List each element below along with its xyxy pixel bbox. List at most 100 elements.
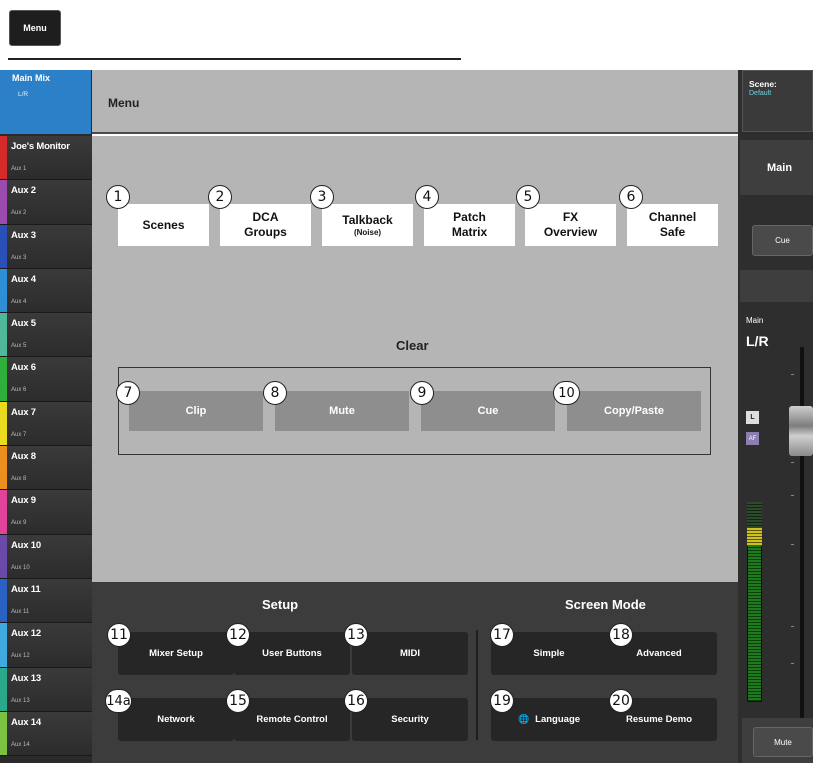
remote-control-button[interactable]: Remote Control bbox=[234, 698, 350, 741]
panel-spacer bbox=[740, 270, 813, 302]
tile-label: Patch Matrix bbox=[451, 210, 488, 239]
callout-number: 8 bbox=[263, 381, 287, 405]
clear-mute-button[interactable]: Mute bbox=[275, 391, 409, 431]
callout-number: 16 bbox=[344, 689, 368, 713]
sidebar-item-aux[interactable]: Aux 13 Aux 13 bbox=[0, 667, 92, 712]
aux-name: Aux 13 bbox=[11, 672, 41, 684]
user-buttons-button[interactable]: User Buttons bbox=[234, 632, 350, 675]
callout-number: 15 bbox=[226, 689, 250, 713]
sidebar-item-aux[interactable]: Aux 10 Aux 10 bbox=[0, 534, 92, 579]
callout-number: 11 bbox=[107, 623, 131, 647]
mixer-setup-button[interactable]: Mixer Setup bbox=[118, 632, 234, 675]
dca-groups-tile[interactable]: DCA Groups bbox=[220, 204, 311, 246]
color-strip bbox=[0, 268, 7, 313]
fader-tick bbox=[791, 626, 794, 627]
aux-sublabel: Aux 4 bbox=[11, 298, 27, 305]
tile-label: DCA Groups bbox=[244, 210, 287, 239]
cue-button[interactable]: Cue bbox=[752, 225, 813, 256]
aux-sublabel: Aux 11 bbox=[11, 608, 30, 615]
sidebar-item-aux[interactable]: Aux 4 Aux 4 bbox=[0, 268, 92, 314]
clear-copy-paste-button[interactable]: Copy/Paste bbox=[567, 391, 701, 431]
af-badge: AF bbox=[746, 432, 759, 445]
level-meter-peak bbox=[747, 528, 762, 546]
channel-safe-tile[interactable]: Channel Safe bbox=[627, 204, 718, 246]
fader-tick bbox=[791, 495, 794, 496]
clear-section-title: Clear bbox=[396, 338, 429, 353]
section-divider bbox=[476, 630, 478, 740]
fader-handle[interactable] bbox=[789, 406, 813, 456]
mute-button[interactable]: Mute bbox=[753, 727, 813, 757]
fx-overview-tile[interactable]: FX Overview bbox=[525, 204, 616, 246]
fader-tick bbox=[791, 544, 794, 545]
language-icon: 🌐 bbox=[517, 714, 530, 724]
aux-sublabel: Aux 1 bbox=[11, 166, 27, 172]
midi-button[interactable]: MIDI bbox=[352, 632, 468, 675]
tile-label: Channel Safe bbox=[648, 210, 697, 239]
clear-cue-button[interactable]: Cue bbox=[421, 391, 555, 431]
sidebar-item-aux[interactable]: Aux 12 Aux 12 bbox=[0, 623, 92, 668]
color-strip bbox=[0, 667, 7, 711]
callout-number: 6 bbox=[619, 185, 643, 209]
callout-number: 18 bbox=[609, 623, 633, 647]
menu-button[interactable]: Menu bbox=[9, 10, 61, 46]
main-tab[interactable]: Main bbox=[740, 140, 813, 195]
color-strip bbox=[0, 136, 7, 180]
callout-number: 19 bbox=[490, 689, 514, 713]
aux-sublabel: Aux 13 bbox=[11, 697, 30, 704]
fader-tick bbox=[791, 374, 794, 375]
callout-number: 10 bbox=[553, 381, 580, 405]
callout-number: 12 bbox=[226, 623, 250, 647]
aux-sublabel: Aux 14 bbox=[11, 741, 30, 748]
aux-sublabel: Aux 9 bbox=[11, 520, 27, 527]
aux-name: Aux 2 bbox=[11, 185, 36, 197]
callout-number: 7 bbox=[116, 381, 140, 405]
callout-number: 14a bbox=[105, 689, 132, 713]
callout-number: 5 bbox=[516, 185, 540, 209]
sidebar-item-aux[interactable]: Aux 2 Aux 2 bbox=[0, 180, 92, 225]
aux-sublabel: Aux 2 bbox=[11, 210, 27, 217]
scene-indicator[interactable]: Scene: Default bbox=[742, 70, 813, 132]
sidebar-item-aux[interactable]: Aux 11 Aux 11 bbox=[0, 578, 92, 624]
aux-list: Joe's Monitor Aux 1 Aux 2 Aux 2 Aux 3 Aux 3 Au… bbox=[0, 136, 92, 757]
divider-line bbox=[8, 58, 461, 60]
sidebar-item-aux[interactable]: Aux 7 Aux 7 bbox=[0, 401, 92, 447]
callout-number: 17 bbox=[490, 623, 514, 647]
main-mix-sublabel: L/R bbox=[18, 91, 29, 98]
sidebar-item-aux[interactable]: Aux 9 Aux 9 bbox=[0, 490, 92, 535]
aux-name: Aux 6 bbox=[11, 362, 36, 374]
sidebar-item-aux[interactable]: Aux 3 Aux 3 bbox=[0, 224, 92, 269]
security-button[interactable]: Security bbox=[352, 698, 468, 741]
sidebar-item-aux[interactable]: Aux 6 Aux 6 bbox=[0, 357, 92, 402]
mix-sidebar: Main Mix L/R Joe's Monitor Aux 1 Aux 2 Aux … bbox=[0, 70, 92, 763]
scene-value: Default bbox=[749, 90, 772, 97]
callout-number: 2 bbox=[208, 185, 232, 209]
sidebar-item-aux[interactable]: Aux 14 Aux 14 bbox=[0, 711, 92, 757]
patch-matrix-tile[interactable]: Patch Matrix bbox=[424, 204, 515, 246]
callout-number: 13 bbox=[344, 623, 368, 647]
aux-name: Aux 10 bbox=[11, 539, 41, 551]
aux-name: Aux 14 bbox=[11, 716, 41, 728]
color-strip bbox=[0, 534, 7, 578]
scenes-tile[interactable]: Scenes bbox=[118, 204, 209, 246]
sidebar-item-aux[interactable]: Aux 5 Aux 5 bbox=[0, 313, 92, 358]
level-meter-top bbox=[747, 502, 762, 528]
aux-name: Aux 7 bbox=[11, 406, 36, 418]
talkback-tile[interactable]: Talkback (Noise) bbox=[322, 204, 413, 246]
aux-sublabel: Aux 5 bbox=[11, 343, 27, 350]
aux-name: Aux 11 bbox=[11, 583, 41, 595]
network-button[interactable]: Network bbox=[118, 698, 234, 741]
tile-label: FX Overview bbox=[543, 210, 598, 239]
aux-name: Aux 8 bbox=[11, 451, 36, 463]
aux-sublabel: Aux 6 bbox=[11, 387, 27, 394]
clear-clip-button[interactable]: Clip bbox=[129, 391, 263, 431]
sidebar-item-aux[interactable]: Aux 8 Aux 8 bbox=[0, 446, 92, 491]
tile-label: Talkback bbox=[342, 212, 393, 227]
link-badge: L bbox=[746, 411, 759, 424]
sidebar-item-main-mix[interactable]: Main Mix L/R bbox=[0, 70, 91, 134]
aux-sublabel: Aux 12 bbox=[11, 653, 30, 660]
channel-label: Main bbox=[746, 316, 764, 325]
sidebar-item-aux[interactable]: Joe's Monitor Aux 1 bbox=[0, 136, 92, 181]
color-strip bbox=[0, 313, 7, 357]
page-title: Menu bbox=[108, 96, 140, 110]
fader-tick bbox=[791, 663, 794, 664]
